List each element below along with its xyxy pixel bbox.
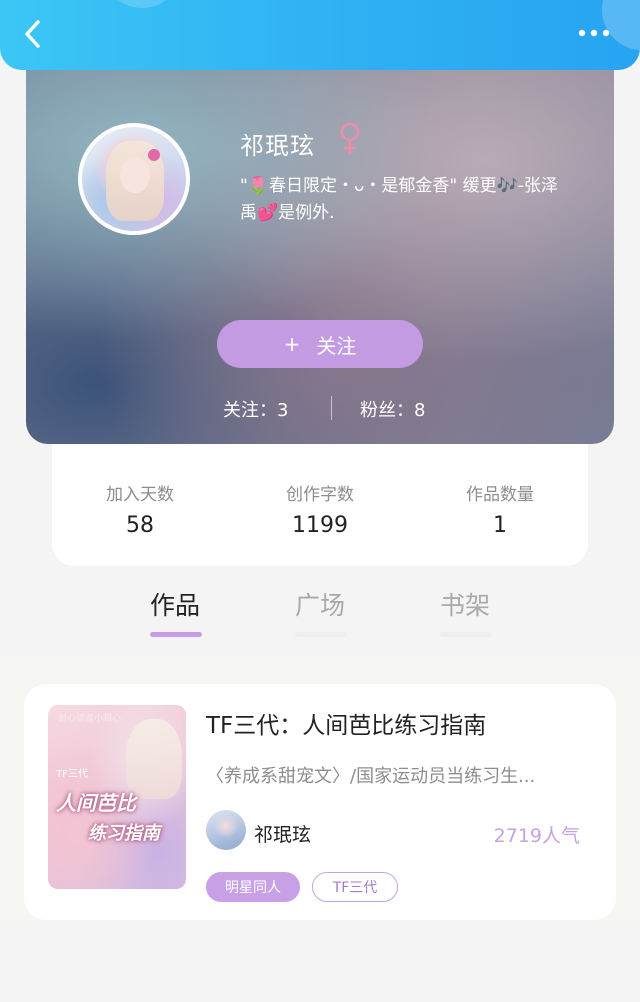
profile-name: 祁珉玹 — [240, 132, 315, 160]
stat-value: 1 — [493, 513, 507, 538]
cover-text: 耐心读者小甜心 — [58, 714, 122, 724]
tab-bar: 作品 广场 书架 — [0, 586, 640, 656]
book-cover[interactable]: 耐心读者小甜心 TF三代 人间芭比 练习指南 — [48, 705, 186, 889]
chevron-left-icon — [25, 20, 40, 48]
follow-stats: 关注：3 粉丝：8 — [26, 394, 614, 424]
tab-square[interactable]: 广场 — [275, 586, 365, 637]
tag-tf3[interactable]: TF三代 — [312, 872, 398, 902]
top-bar — [0, 0, 640, 70]
work-card[interactable]: 耐心读者小甜心 TF三代 人间芭比 练习指南 TF三代：人间芭比练习指南 〈养成… — [24, 684, 616, 920]
author-avatar[interactable] — [206, 810, 246, 850]
page-bottom — [0, 924, 640, 1002]
decor-bubble — [108, 0, 176, 8]
tab-label: 书架 — [439, 591, 490, 620]
tab-label: 广场 — [294, 591, 345, 620]
fans-count[interactable]: 粉丝：8 — [360, 396, 425, 422]
plus-icon: + — [283, 332, 301, 356]
tab-bookshelf[interactable]: 书架 — [420, 586, 510, 637]
book-description: 〈养成系甜宠文〉/国家运动员当练习生... — [206, 766, 536, 787]
tab-indicator — [295, 632, 347, 637]
works-list: 耐心读者小甜心 TF三代 人间芭比 练习指南 TF三代：人间芭比练习指南 〈养成… — [0, 656, 640, 924]
more-button[interactable] — [572, 18, 616, 48]
back-button[interactable] — [14, 14, 54, 54]
book-title[interactable]: TF三代：人间芭比练习指南 — [206, 706, 486, 740]
cover-text: 练习指南 — [88, 823, 160, 844]
tab-indicator — [150, 632, 202, 637]
tab-label: 作品 — [149, 591, 200, 620]
tag-celebrity-fanfic[interactable]: 明星同人 — [206, 872, 300, 902]
stat-label: 加入天数 — [106, 485, 174, 505]
tab-works[interactable]: 作品 — [130, 586, 220, 637]
stat-works-count: 作品数量 1 — [420, 480, 580, 538]
cover-text: TF三代 — [56, 769, 88, 780]
popularity-count: 2719人气 — [493, 825, 580, 847]
profile-bio: "🌷春日限定・ᴗ・是郁金香" 缓更🎶-张泽禹💕是例外. — [240, 176, 558, 223]
follow-button-label: 关注 — [316, 333, 357, 358]
stat-word-count: 创作字数 1199 — [240, 480, 400, 538]
stat-value: 58 — [126, 513, 154, 538]
female-icon — [340, 122, 360, 154]
profile-hero: 祁珉玹 "🌷春日限定・ᴗ・是郁金香" 缓更🎶-张泽禹💕是例外. + 关注 关注：… — [26, 40, 614, 444]
profile-avatar[interactable] — [78, 123, 190, 235]
following-count[interactable]: 关注：3 — [223, 396, 288, 422]
stat-label: 创作字数 — [286, 485, 354, 505]
cover-text: 人间芭比 — [56, 791, 136, 815]
author-name[interactable]: 祁珉玹 — [254, 820, 311, 847]
divider — [331, 396, 332, 420]
stat-label: 作品数量 — [466, 485, 534, 505]
stats-card: 加入天数 58 创作字数 1199 作品数量 1 — [52, 444, 588, 566]
follow-button[interactable]: + 关注 — [217, 320, 423, 368]
tab-indicator — [440, 632, 492, 637]
more-dots-icon — [578, 29, 610, 37]
stat-join-days: 加入天数 58 — [60, 480, 220, 538]
stat-value: 1199 — [292, 513, 348, 538]
